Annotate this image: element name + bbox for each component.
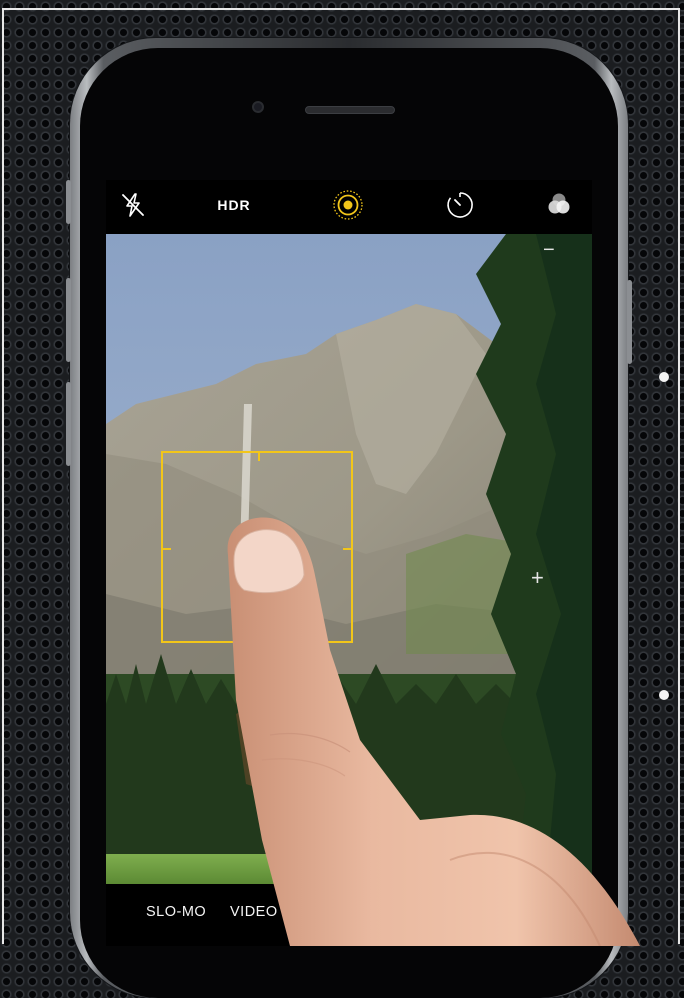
volume-down-button <box>66 382 71 466</box>
bullet-dot <box>659 690 669 700</box>
zoom-minus[interactable]: − <box>543 239 555 261</box>
live-photo-icon[interactable] <box>332 190 364 220</box>
flash-off-icon[interactable] <box>120 190 146 220</box>
filters-icon[interactable] <box>544 190 574 220</box>
mode-slo-mo[interactable]: SLO-MO <box>146 904 206 920</box>
zoom-plus[interactable]: + <box>531 565 544 590</box>
mode-video[interactable]: VIDEO <box>230 904 278 920</box>
timer-icon[interactable] <box>445 190 475 220</box>
mute-switch <box>66 180 71 224</box>
hdr-button[interactable]: HDR <box>214 190 254 220</box>
camera-topbar: HDR <box>106 180 592 234</box>
camera-mode-bar: SLO-MO VIDEO <box>106 884 592 946</box>
earpiece-speaker <box>305 106 395 114</box>
focus-square <box>161 451 353 643</box>
front-camera <box>252 101 264 113</box>
power-button <box>627 280 632 364</box>
volume-up-button <box>66 278 71 362</box>
bullet-dot <box>659 372 669 382</box>
